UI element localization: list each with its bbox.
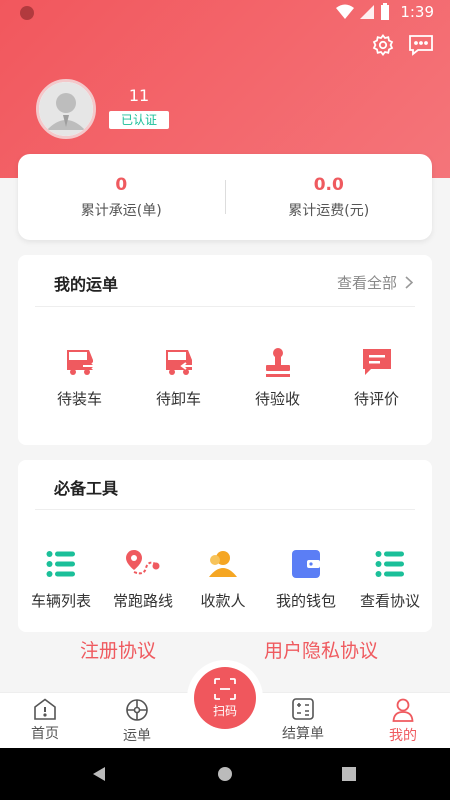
- recents-icon[interactable]: [342, 767, 356, 781]
- avatar[interactable]: [36, 79, 96, 139]
- privacy-agreement-link[interactable]: 用户隐私协议: [264, 636, 378, 663]
- card-title: 必备工具: [54, 479, 119, 498]
- order-item-to-review[interactable]: 待评价: [327, 344, 426, 409]
- truck-load-icon: [66, 350, 97, 375]
- order-item-to-accept[interactable]: 待验收: [228, 344, 327, 409]
- home-icon: [34, 698, 56, 720]
- verified-badge: 已认证: [109, 111, 169, 129]
- card-header: 必备工具: [35, 460, 415, 510]
- order-item-label: 待验收: [254, 390, 300, 408]
- tool-label: 车辆列表: [30, 592, 91, 610]
- home-circle-icon[interactable]: [217, 766, 233, 782]
- tools-card: 必备工具 车辆列表 常跑路线 收款人 我的钱包 查看协议: [18, 460, 432, 632]
- list-icon: [375, 551, 404, 577]
- card-header: 我的运单 查看全部: [35, 255, 415, 307]
- comment-icon: [362, 349, 391, 375]
- signal-icon: [360, 5, 375, 19]
- nav-waybill[interactable]: 运单: [107, 698, 167, 745]
- wifi-icon: [336, 4, 355, 19]
- stamp-icon: [265, 348, 290, 377]
- user-name: 11: [128, 86, 150, 105]
- stat-label: 累计运费(元): [288, 202, 370, 219]
- tool-my-wallet[interactable]: 我的钱包: [264, 546, 348, 611]
- tool-label: 我的钱包: [275, 592, 336, 610]
- stat-total-orders: 0 累计承运(单): [18, 175, 225, 220]
- settings-button[interactable]: [368, 30, 398, 60]
- message-icon: [409, 35, 433, 56]
- view-all-label: 查看全部: [336, 274, 397, 292]
- payee-icon: [209, 551, 237, 577]
- user-avatar-icon: [39, 82, 93, 136]
- nav-label: 我的: [389, 728, 417, 744]
- tool-vehicle-list[interactable]: 车辆列表: [18, 546, 104, 611]
- route-icon: [126, 550, 160, 575]
- chevron-right-icon: [405, 276, 413, 289]
- stat-label: 累计承运(单): [80, 202, 162, 219]
- nav-label: 结算单: [282, 726, 324, 742]
- status-bar: 1:39: [0, 0, 450, 26]
- tool-payee[interactable]: 收款人: [182, 546, 264, 611]
- scan-label: 扫码: [212, 703, 237, 718]
- wheel-icon: [126, 699, 148, 721]
- person-icon: [392, 698, 414, 722]
- calculator-icon: [292, 698, 314, 720]
- truck-unload-icon: [165, 350, 195, 375]
- tool-label: 查看协议: [359, 592, 420, 610]
- back-icon[interactable]: [92, 766, 106, 782]
- scan-button[interactable]: 扫码: [194, 667, 256, 729]
- view-all-link[interactable]: 查看全部: [337, 272, 413, 293]
- card-title: 我的运单: [54, 275, 119, 294]
- stat-value: 0: [115, 174, 128, 195]
- tool-label: 收款人: [200, 592, 246, 610]
- scan-icon: [214, 677, 236, 700]
- stat-total-freight: 0.0 累计运费(元): [226, 175, 433, 220]
- status-time: 1:39: [400, 3, 434, 21]
- tool-label: 常跑路线: [112, 592, 173, 610]
- notification-dot-icon: [20, 6, 34, 20]
- nav-settlement[interactable]: 结算单: [273, 698, 333, 743]
- gear-icon: [372, 34, 394, 56]
- messages-button[interactable]: [406, 30, 436, 60]
- stats-card: 0 累计承运(单) 0.0 累计运费(元): [18, 154, 432, 240]
- my-orders-card: 我的运单 查看全部 待装车 待卸车 待验收 待评价: [18, 255, 432, 445]
- tool-view-agreement[interactable]: 查看协议: [348, 546, 432, 611]
- order-item-to-load[interactable]: 待装车: [30, 344, 129, 409]
- scan-button-wrap: 扫码: [187, 660, 263, 736]
- battery-icon: [381, 3, 390, 20]
- nav-mine[interactable]: 我的: [373, 698, 433, 745]
- wallet-icon: [292, 550, 320, 578]
- nav-home[interactable]: 首页: [15, 698, 75, 743]
- nav-label: 运单: [123, 728, 151, 744]
- orders-grid: 待装车 待卸车 待验收 待评价: [18, 307, 432, 409]
- system-nav-bar: [0, 748, 450, 800]
- order-item-label: 待评价: [353, 390, 399, 408]
- stat-value: 0.0: [313, 174, 344, 195]
- tool-frequent-routes[interactable]: 常跑路线: [104, 546, 182, 611]
- order-item-label: 待装车: [56, 390, 102, 408]
- order-item-label: 待卸车: [155, 390, 201, 408]
- order-item-to-unload[interactable]: 待卸车: [129, 344, 228, 409]
- register-agreement-link[interactable]: 注册协议: [80, 636, 156, 663]
- list-icon: [46, 551, 75, 577]
- tools-grid: 车辆列表 常跑路线 收款人 我的钱包 查看协议: [18, 510, 432, 611]
- nav-label: 首页: [31, 726, 59, 742]
